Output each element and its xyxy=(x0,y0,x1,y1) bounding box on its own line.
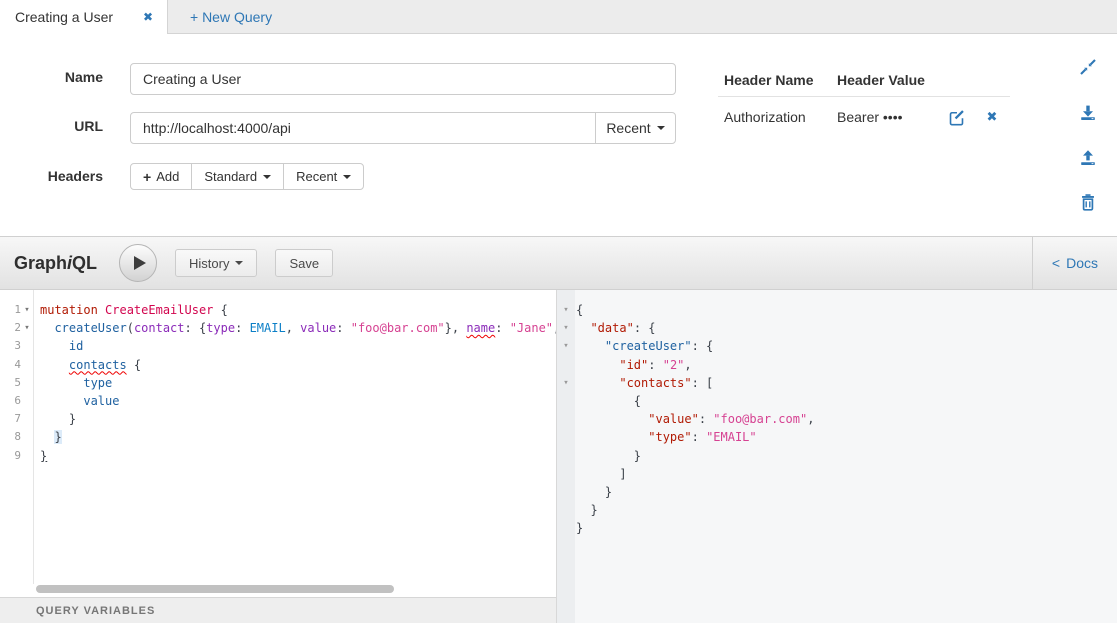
url-recent-label: Recent xyxy=(606,120,650,136)
tab-bar: Creating a User ✖ + New Query xyxy=(0,0,1117,34)
standard-headers-label: Standard xyxy=(204,169,257,184)
url-input[interactable] xyxy=(130,112,596,144)
remove-header-button[interactable]: ✖ xyxy=(974,109,1010,125)
tab-title: Creating a User xyxy=(15,9,113,25)
query-editor[interactable]: 1▾mutation CreateEmailUser {2▾ createUse… xyxy=(0,290,556,623)
collapse-panel-button[interactable] xyxy=(1078,57,1098,77)
graphiql-logo: GraphiQL xyxy=(14,253,97,274)
recent-headers-dropdown[interactable]: Recent xyxy=(283,163,364,190)
save-button[interactable]: Save xyxy=(275,249,333,277)
import-query-button[interactable] xyxy=(1078,147,1098,167)
result-viewer: ▾{▾ "data": {▾ "createUser": { "id": "2"… xyxy=(556,290,1117,623)
graphiql-app-window: Creating a User ✖ + New Query Name URL R… xyxy=(0,0,1117,623)
caret-down-icon xyxy=(235,261,243,265)
headers-table-header: Header Name Header Value xyxy=(718,63,1010,97)
history-dropdown[interactable]: History xyxy=(175,249,257,277)
save-label: Save xyxy=(289,256,319,271)
header-value-column: Header Value xyxy=(837,72,1010,88)
table-row: Authorization Bearer •••• ✖ xyxy=(718,97,1010,137)
query-variables-title: QUERY VARIABLES xyxy=(36,605,155,617)
request-panel: Name URL Recent Headers + Add Standard R… xyxy=(0,34,1117,236)
docs-toggle[interactable]: < Docs xyxy=(1033,237,1117,289)
edit-icon xyxy=(947,108,966,127)
history-label: History xyxy=(189,256,229,271)
caret-down-icon xyxy=(657,126,665,130)
workspace: 1▾mutation CreateEmailUser {2▾ createUse… xyxy=(0,290,1117,623)
query-variables-bar[interactable]: QUERY VARIABLES xyxy=(0,597,556,623)
tab-creating-a-user[interactable]: Creating a User ✖ xyxy=(0,0,168,34)
result-code: ▾{▾ "data": {▾ "createUser": { "id": "2"… xyxy=(557,301,1117,537)
download-icon xyxy=(1078,102,1098,122)
execute-query-button[interactable] xyxy=(119,244,157,282)
new-query-label: + New Query xyxy=(190,9,272,25)
header-row-value: Bearer •••• xyxy=(837,109,938,125)
caret-down-icon xyxy=(263,175,271,179)
standard-headers-dropdown[interactable]: Standard xyxy=(191,163,284,190)
name-input[interactable] xyxy=(130,63,676,95)
header-row-name: Authorization xyxy=(718,109,837,125)
caret-down-icon xyxy=(343,175,351,179)
trash-icon xyxy=(1078,192,1098,212)
query-code[interactable]: 1▾mutation CreateEmailUser {2▾ createUse… xyxy=(0,301,556,465)
plus-icon: + xyxy=(143,169,151,185)
graphiql-toolbar: GraphiQL History Save < Docs xyxy=(0,236,1117,290)
docs-label: Docs xyxy=(1066,255,1098,271)
compress-icon xyxy=(1078,57,1098,77)
play-icon xyxy=(134,256,146,270)
chevron-left-icon: < xyxy=(1052,255,1060,271)
recent-headers-label: Recent xyxy=(296,169,337,184)
edit-header-button[interactable] xyxy=(938,108,974,127)
delete-query-button[interactable] xyxy=(1078,192,1098,212)
url-recent-dropdown[interactable]: Recent xyxy=(595,112,676,144)
headers-label: Headers xyxy=(0,168,103,184)
new-query-tab[interactable]: + New Query xyxy=(168,0,294,33)
add-header-label: Add xyxy=(156,169,179,184)
toolbar-right: < Docs xyxy=(1032,237,1117,289)
export-query-button[interactable] xyxy=(1078,102,1098,122)
headers-table: Header Name Header Value Authorization B… xyxy=(718,63,1010,137)
name-label: Name xyxy=(0,69,103,85)
upload-icon xyxy=(1078,147,1098,167)
add-header-button[interactable]: + Add xyxy=(130,163,192,190)
close-tab-icon[interactable]: ✖ xyxy=(143,10,153,24)
headers-button-group: + Add Standard Recent xyxy=(130,163,364,190)
header-name-column: Header Name xyxy=(718,72,837,88)
url-label: URL xyxy=(0,118,103,134)
horizontal-scrollbar[interactable] xyxy=(36,585,394,593)
close-icon: ✖ xyxy=(987,109,998,125)
